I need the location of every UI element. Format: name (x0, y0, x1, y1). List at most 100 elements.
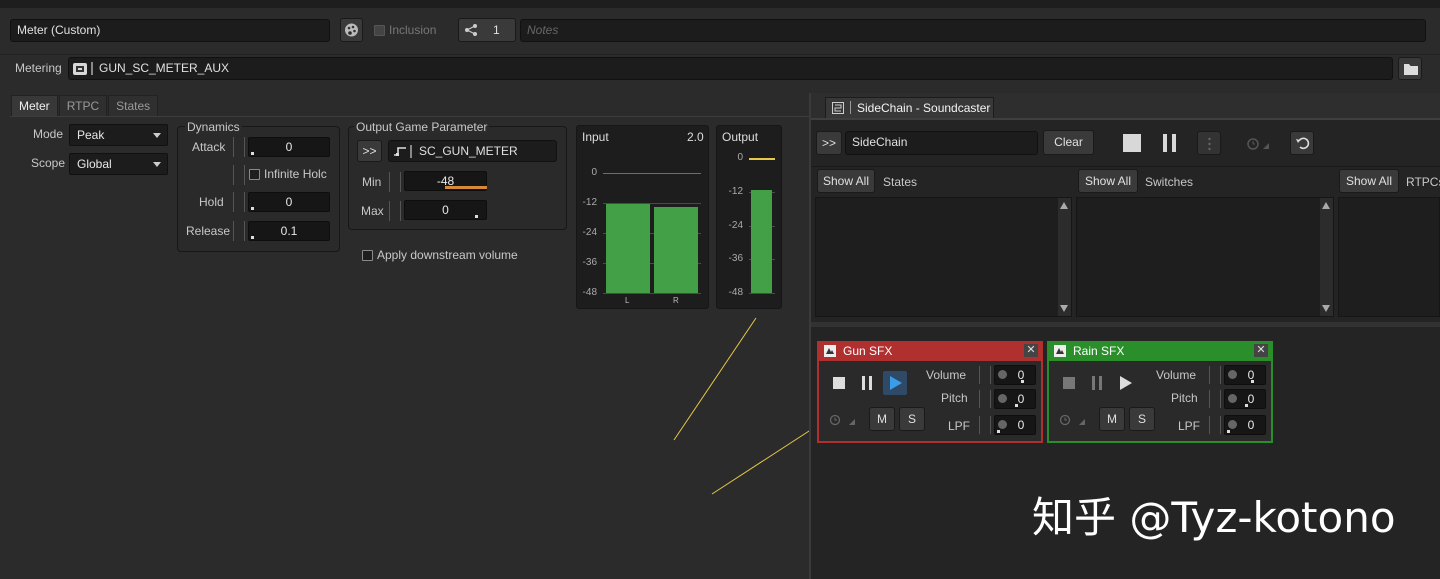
attack-rtpc-handle[interactable] (233, 137, 245, 157)
lpf-input[interactable]: 0 (1224, 415, 1266, 435)
inclusion-checkbox[interactable] (374, 25, 385, 36)
scroll-up-icon[interactable] (1322, 202, 1330, 209)
close-icon[interactable]: ✕ (1254, 344, 1268, 357)
game-parameter-field[interactable]: SC_GUN_METER (388, 140, 557, 162)
separator (410, 145, 412, 158)
release-label: Release (186, 224, 231, 238)
lpf-input[interactable]: 0 (994, 415, 1036, 435)
solo-button[interactable]: S (899, 407, 925, 431)
min-rtpc-handle[interactable] (389, 172, 401, 192)
play-button[interactable] (883, 371, 907, 395)
output-tick-label: -12 (728, 185, 743, 197)
volume-input[interactable]: 0 (994, 365, 1036, 385)
hold-input[interactable]: 0 (248, 192, 330, 212)
lpf-rtpc-handle[interactable] (979, 416, 991, 434)
pitch-rtpc-handle[interactable] (979, 390, 991, 408)
mute-button[interactable]: M (1099, 407, 1125, 431)
splitter[interactable] (811, 322, 1440, 327)
notes-input[interactable]: Notes (520, 19, 1426, 42)
clock-icon (829, 414, 855, 426)
clear-button[interactable]: Clear (1043, 130, 1094, 155)
player-header: Rain SFX ✕ (1047, 341, 1273, 361)
stop-button[interactable] (833, 377, 845, 389)
scope-dropdown[interactable]: Global (69, 153, 168, 175)
sound-sfx-icon (824, 345, 836, 357)
show-all-rtpcs-button[interactable]: Show All (1339, 169, 1399, 193)
scrollbar[interactable] (1058, 198, 1071, 316)
divider (811, 166, 1440, 167)
pause-button[interactable] (1091, 376, 1105, 390)
stop-button[interactable] (1063, 377, 1075, 389)
max-rtpc-handle[interactable] (389, 201, 401, 221)
expand-button[interactable]: >> (357, 140, 382, 162)
channel-label-r: R (673, 296, 679, 305)
pitch-rtpc-handle[interactable] (1209, 390, 1221, 408)
pitch-input[interactable]: 0 (994, 389, 1036, 409)
undo-icon (1296, 137, 1310, 150)
scrollbar[interactable] (1320, 198, 1333, 316)
release-rtpc-handle[interactable] (233, 221, 245, 241)
states-list[interactable] (815, 197, 1072, 317)
soundcaster-tab[interactable]: SideChain - Soundcaster (825, 97, 994, 118)
browse-button[interactable] (1398, 57, 1422, 80)
chevron-down-icon (153, 133, 161, 138)
tab-rtpc[interactable]: RTPC (58, 95, 108, 116)
color-palette-button[interactable] (340, 18, 363, 42)
mute-button[interactable]: M (869, 407, 895, 431)
mode-value: Peak (77, 128, 105, 142)
lpf-value: 0 (1017, 418, 1025, 432)
scroll-down-icon[interactable] (1322, 305, 1330, 312)
pause-all-button[interactable] (1161, 134, 1179, 152)
solo-button[interactable]: S (1129, 407, 1155, 431)
slider-marker (1251, 380, 1254, 383)
rtpcs-list[interactable] (1338, 197, 1440, 317)
attack-input[interactable]: 0 (248, 137, 330, 157)
show-all-states-button[interactable]: Show All (817, 169, 875, 193)
input-tick-label: -24 (582, 227, 597, 238)
min-input[interactable]: -48 (404, 171, 487, 191)
scroll-down-icon[interactable] (1060, 305, 1068, 312)
input-bar-left (606, 204, 650, 293)
volume-input[interactable]: 0 (1224, 365, 1266, 385)
connection-lines (673, 317, 827, 495)
switches-list[interactable] (1076, 197, 1334, 317)
stop-all-button[interactable] (1123, 134, 1141, 152)
infinite-hold-checkbox[interactable] (249, 169, 260, 180)
tab-states[interactable]: States (108, 95, 159, 116)
show-all-switches-button[interactable]: Show All (1078, 169, 1138, 193)
expand-button[interactable]: >> (816, 131, 842, 155)
output-meter-title: Output (722, 130, 759, 144)
release-input[interactable]: 0.1 (248, 221, 330, 241)
switches-column-title: Switches (1145, 175, 1194, 189)
more-options-button[interactable] (1197, 131, 1221, 155)
apply-downstream-checkbox[interactable] (362, 250, 373, 261)
scroll-up-icon[interactable] (1060, 202, 1068, 209)
metering-bus-field[interactable]: GUN_SC_METER_AUX (68, 57, 1393, 80)
pause-button[interactable] (861, 376, 875, 390)
pitch-input[interactable]: 0 (1224, 389, 1266, 409)
slider-marker (1015, 404, 1018, 407)
session-name-field[interactable]: SideChain (845, 131, 1038, 155)
close-icon[interactable]: ✕ (1024, 344, 1038, 357)
infinite-hold-rtpc-handle[interactable] (233, 165, 245, 185)
mode-label: Mode (33, 127, 64, 141)
play-button[interactable] (1113, 371, 1137, 395)
reset-button[interactable] (1290, 131, 1314, 155)
pitch-label: Pitch (941, 391, 968, 405)
volume-label: Volume (1156, 368, 1197, 382)
hold-rtpc-handle[interactable] (233, 192, 245, 212)
states-column-title: States (883, 175, 918, 189)
lpf-rtpc-handle[interactable] (1209, 416, 1221, 434)
tab-meter[interactable]: Meter (11, 95, 58, 116)
input-meter-gain: 2.0 (687, 130, 704, 144)
player-header: Gun SFX ✕ (817, 341, 1043, 361)
more-vertical-icon (1208, 137, 1211, 151)
metering-bus-name: GUN_SC_METER_AUX (99, 61, 230, 75)
object-name-field[interactable]: Meter (Custom) (10, 19, 330, 42)
sound-sfx-icon (1054, 345, 1066, 357)
volume-rtpc-handle[interactable] (979, 366, 991, 384)
volume-rtpc-handle[interactable] (1209, 366, 1221, 384)
mode-dropdown[interactable]: Peak (69, 124, 168, 146)
max-input[interactable]: 0 (404, 200, 487, 220)
share-button[interactable]: 1 (458, 18, 516, 42)
